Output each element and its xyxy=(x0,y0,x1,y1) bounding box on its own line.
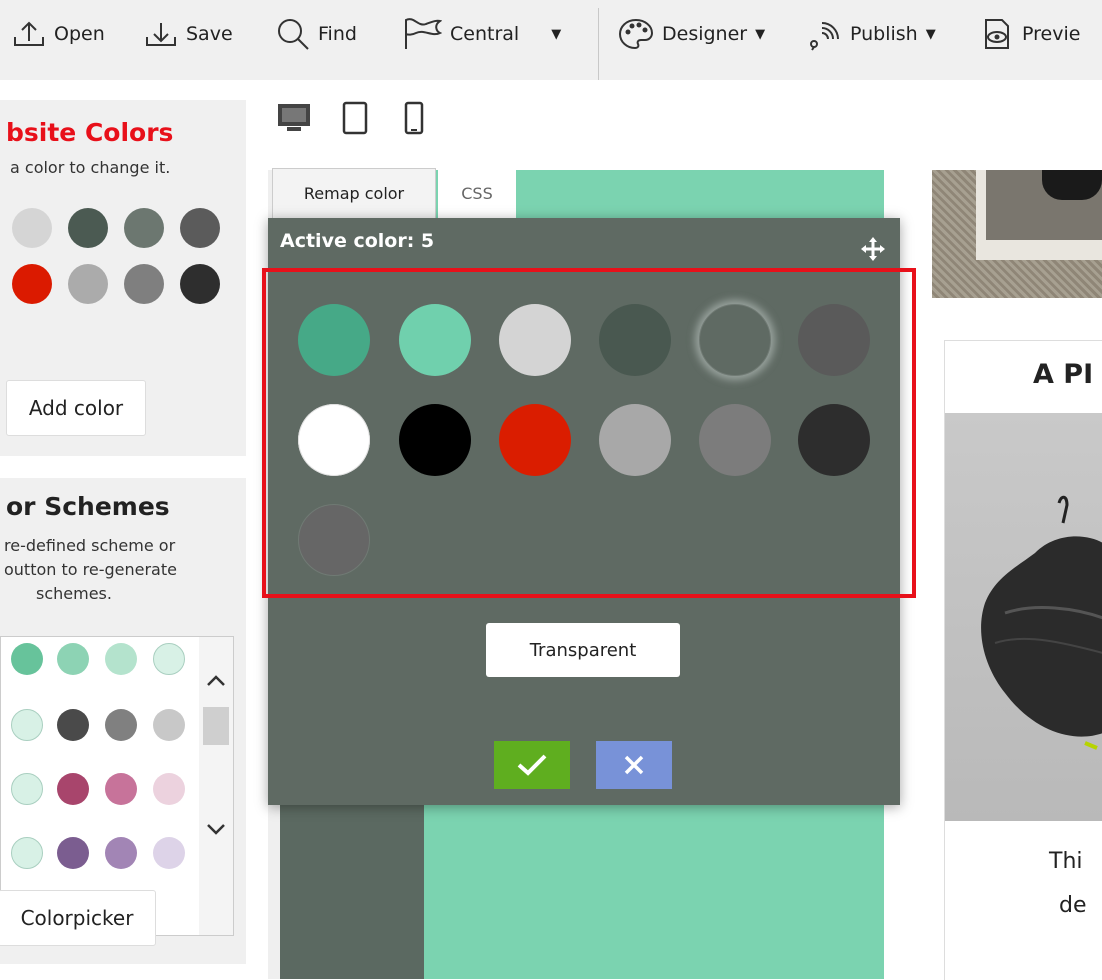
product-text-1: Thi xyxy=(1049,849,1083,874)
dialog-color-swatch[interactable] xyxy=(298,504,370,576)
save-button[interactable]: Save xyxy=(144,14,233,54)
palette-icon xyxy=(618,18,654,50)
scheme-swatch[interactable] xyxy=(153,837,185,869)
find-label: Find xyxy=(318,23,357,45)
scheme-scrollbar[interactable] xyxy=(199,637,233,935)
dialog-color-swatch[interactable] xyxy=(599,304,671,376)
close-icon xyxy=(624,755,644,775)
scroll-up-icon[interactable] xyxy=(205,673,227,687)
preview-button[interactable]: Previe xyxy=(980,14,1080,54)
move-icon[interactable] xyxy=(860,236,886,262)
product-text-2: de xyxy=(1059,893,1087,918)
tab-css[interactable]: CSS xyxy=(438,168,516,218)
website-color-swatch[interactable] xyxy=(68,208,108,248)
shoe-image xyxy=(981,495,1102,750)
scheme-swatch[interactable] xyxy=(11,773,43,805)
scheme-swatch[interactable] xyxy=(57,643,89,675)
dialog-color-swatch[interactable] xyxy=(499,304,571,376)
remap-color-dialog: Active color: 5 Transparent xyxy=(262,218,916,805)
dialog-color-swatch[interactable] xyxy=(798,304,870,376)
website-color-swatch[interactable] xyxy=(68,264,108,304)
dialog-color-swatch[interactable] xyxy=(499,404,571,476)
find-button[interactable]: Find xyxy=(276,14,357,54)
open-button[interactable]: Open xyxy=(12,14,105,54)
scroll-down-icon[interactable] xyxy=(205,823,227,837)
toolbar-divider xyxy=(598,8,599,80)
flag-icon xyxy=(405,18,442,49)
dialog-color-swatch[interactable] xyxy=(298,404,370,476)
dialog-color-swatch[interactable] xyxy=(599,404,671,476)
scheme-swatch[interactable] xyxy=(57,709,89,741)
download-icon xyxy=(146,23,176,46)
shoe-photo-top xyxy=(932,170,1102,298)
preview-icon xyxy=(985,19,1009,49)
designer-button[interactable]: Designer ▼ xyxy=(618,14,765,54)
color-schemes-title: or Schemes xyxy=(6,492,170,521)
publish-button[interactable]: Publish ▼ xyxy=(806,14,936,54)
shoe-photo xyxy=(945,413,1102,821)
website-colors-panel: bsite Colors a color to change it. Add c… xyxy=(0,100,246,456)
desktop-icon[interactable] xyxy=(276,100,312,136)
scrollbar-thumb[interactable] xyxy=(203,707,229,745)
product-heading: A PI xyxy=(1033,359,1094,390)
broadcast-icon xyxy=(810,22,839,51)
dialog-color-swatch[interactable] xyxy=(298,304,370,376)
dialog-color-swatch[interactable] xyxy=(798,404,870,476)
designer-label: Designer xyxy=(662,23,748,45)
scheme-swatch[interactable] xyxy=(57,773,89,805)
scheme-swatch[interactable] xyxy=(11,837,43,869)
cancel-button[interactable] xyxy=(596,741,672,789)
save-label: Save xyxy=(186,23,233,45)
website-color-swatch[interactable] xyxy=(12,208,52,248)
color-schemes-desc-1: re-defined scheme or xyxy=(4,536,176,555)
website-color-swatch[interactable] xyxy=(180,208,220,248)
dialog-color-swatch[interactable] xyxy=(399,304,471,376)
upload-icon xyxy=(14,21,44,46)
mobile-icon[interactable] xyxy=(402,100,426,136)
website-color-swatch[interactable] xyxy=(12,264,52,304)
dialog-color-swatch[interactable] xyxy=(699,404,771,476)
add-color-button[interactable]: Add color xyxy=(6,380,146,436)
scheme-swatch[interactable] xyxy=(11,709,43,741)
website-colors-subtitle: a color to change it. xyxy=(10,158,171,177)
confirm-button[interactable] xyxy=(494,741,570,789)
dialog-color-swatch[interactable] xyxy=(699,304,771,376)
color-schemes-panel: or Schemes re-defined scheme or outton t… xyxy=(0,478,246,964)
central-button[interactable]: Central ▼ xyxy=(402,14,561,54)
dialog-title: Active color: 5 xyxy=(280,230,435,252)
preview-label: Previe xyxy=(1022,23,1081,45)
website-color-swatch[interactable] xyxy=(124,264,164,304)
scheme-swatch[interactable] xyxy=(153,709,185,741)
check-icon xyxy=(517,754,547,776)
tablet-icon[interactable] xyxy=(340,100,370,136)
scheme-swatch[interactable] xyxy=(11,643,43,675)
toolbar: Open Save Find Central ▼ Designer ▼ Publ… xyxy=(0,0,1102,80)
page-canvas-dark-section xyxy=(280,800,424,979)
chevron-down-icon[interactable]: ▼ xyxy=(551,27,561,42)
scheme-swatch[interactable] xyxy=(105,837,137,869)
product-card: A PI Thi de xyxy=(944,340,1102,980)
open-label: Open xyxy=(54,23,105,45)
scheme-swatch[interactable] xyxy=(105,709,137,741)
website-color-swatch[interactable] xyxy=(180,264,220,304)
scheme-swatch[interactable] xyxy=(105,643,137,675)
scheme-swatch[interactable] xyxy=(105,773,137,805)
chevron-down-icon: ▼ xyxy=(925,26,936,42)
central-label: Central xyxy=(450,23,520,45)
transparent-button[interactable]: Transparent xyxy=(486,623,680,677)
chevron-down-icon: ▼ xyxy=(755,26,766,42)
website-color-swatch[interactable] xyxy=(124,208,164,248)
dialog-color-swatch[interactable] xyxy=(399,404,471,476)
colorpicker-button[interactable]: Colorpicker xyxy=(0,890,156,946)
color-schemes-desc-2: outton to re-generate xyxy=(4,560,177,579)
scheme-swatch[interactable] xyxy=(57,837,89,869)
search-icon xyxy=(278,19,309,50)
scheme-swatch[interactable] xyxy=(153,643,185,675)
publish-label: Publish xyxy=(850,23,918,45)
color-schemes-desc-3: schemes. xyxy=(36,584,112,603)
website-colors-title: bsite Colors xyxy=(6,118,174,147)
scheme-swatch[interactable] xyxy=(153,773,185,805)
tab-remap-color[interactable]: Remap color xyxy=(272,168,436,218)
